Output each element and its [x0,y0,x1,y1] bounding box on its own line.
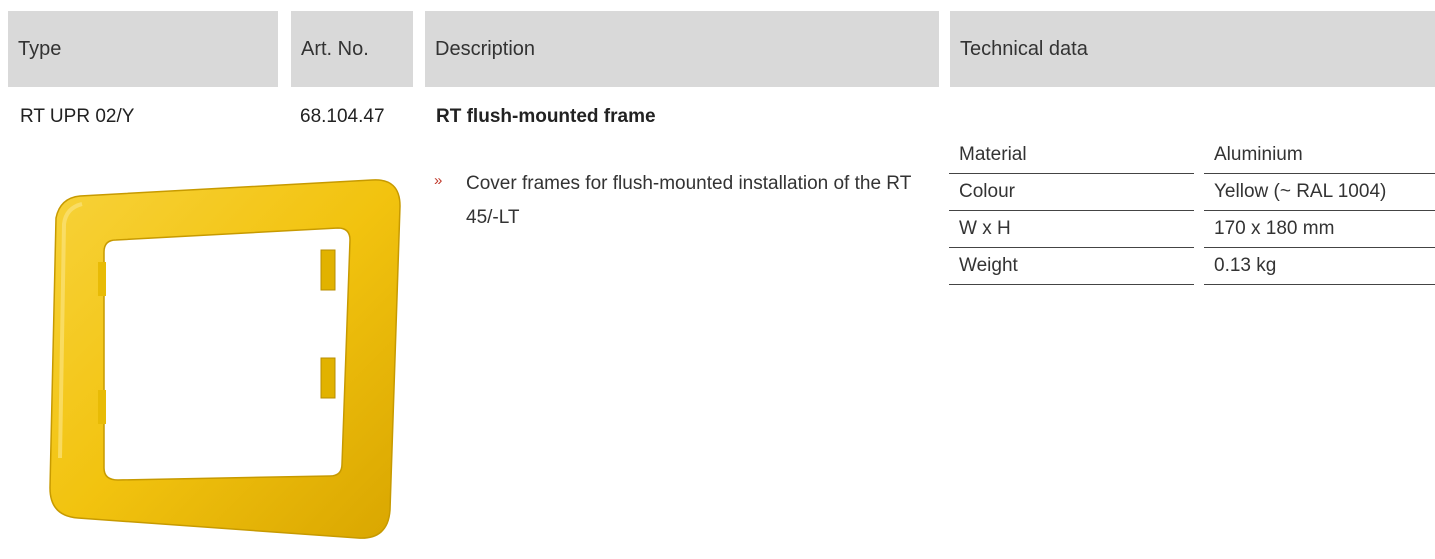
spec-label: Colour [949,174,1194,211]
column-header-type-label: Type [18,37,62,60]
spec-value: Aluminium [1204,137,1435,174]
spec-row: W x H 170 x 180 mm [949,211,1435,248]
bullet-marker: » [434,172,443,189]
column-header-technical-data-label: Technical data [960,37,1088,60]
spec-value: 170 x 180 mm [1204,211,1435,248]
product-title: RT flush-mounted frame [436,106,656,127]
spec-row: Material Aluminium [949,137,1435,174]
spec-table: Material Aluminium Colour Yellow (~ RAL … [949,137,1435,285]
spec-row: Weight 0.13 kg [949,248,1435,285]
spec-label: Weight [949,248,1194,285]
bullet-text: Cover frames for flush-mounted installat… [466,173,911,228]
column-header-type: Type [8,11,278,87]
column-header-description-label: Description [435,37,536,60]
column-header-description: Description [425,11,939,87]
spec-label: W x H [949,211,1194,248]
product-type: RT UPR 02/Y [20,106,135,127]
spec-row: Colour Yellow (~ RAL 1004) [949,174,1435,211]
product-art-no: 68.104.47 [300,106,385,127]
column-header-art-no-label: Art. No. [301,37,369,60]
spec-value: 0.13 kg [1204,248,1435,285]
column-header-art-no: Art. No. [291,11,413,87]
spec-value: Yellow (~ RAL 1004) [1204,174,1435,211]
column-header-technical-data: Technical data [950,11,1435,87]
spec-label: Material [949,137,1194,174]
yellow-frame-image [49,179,401,539]
